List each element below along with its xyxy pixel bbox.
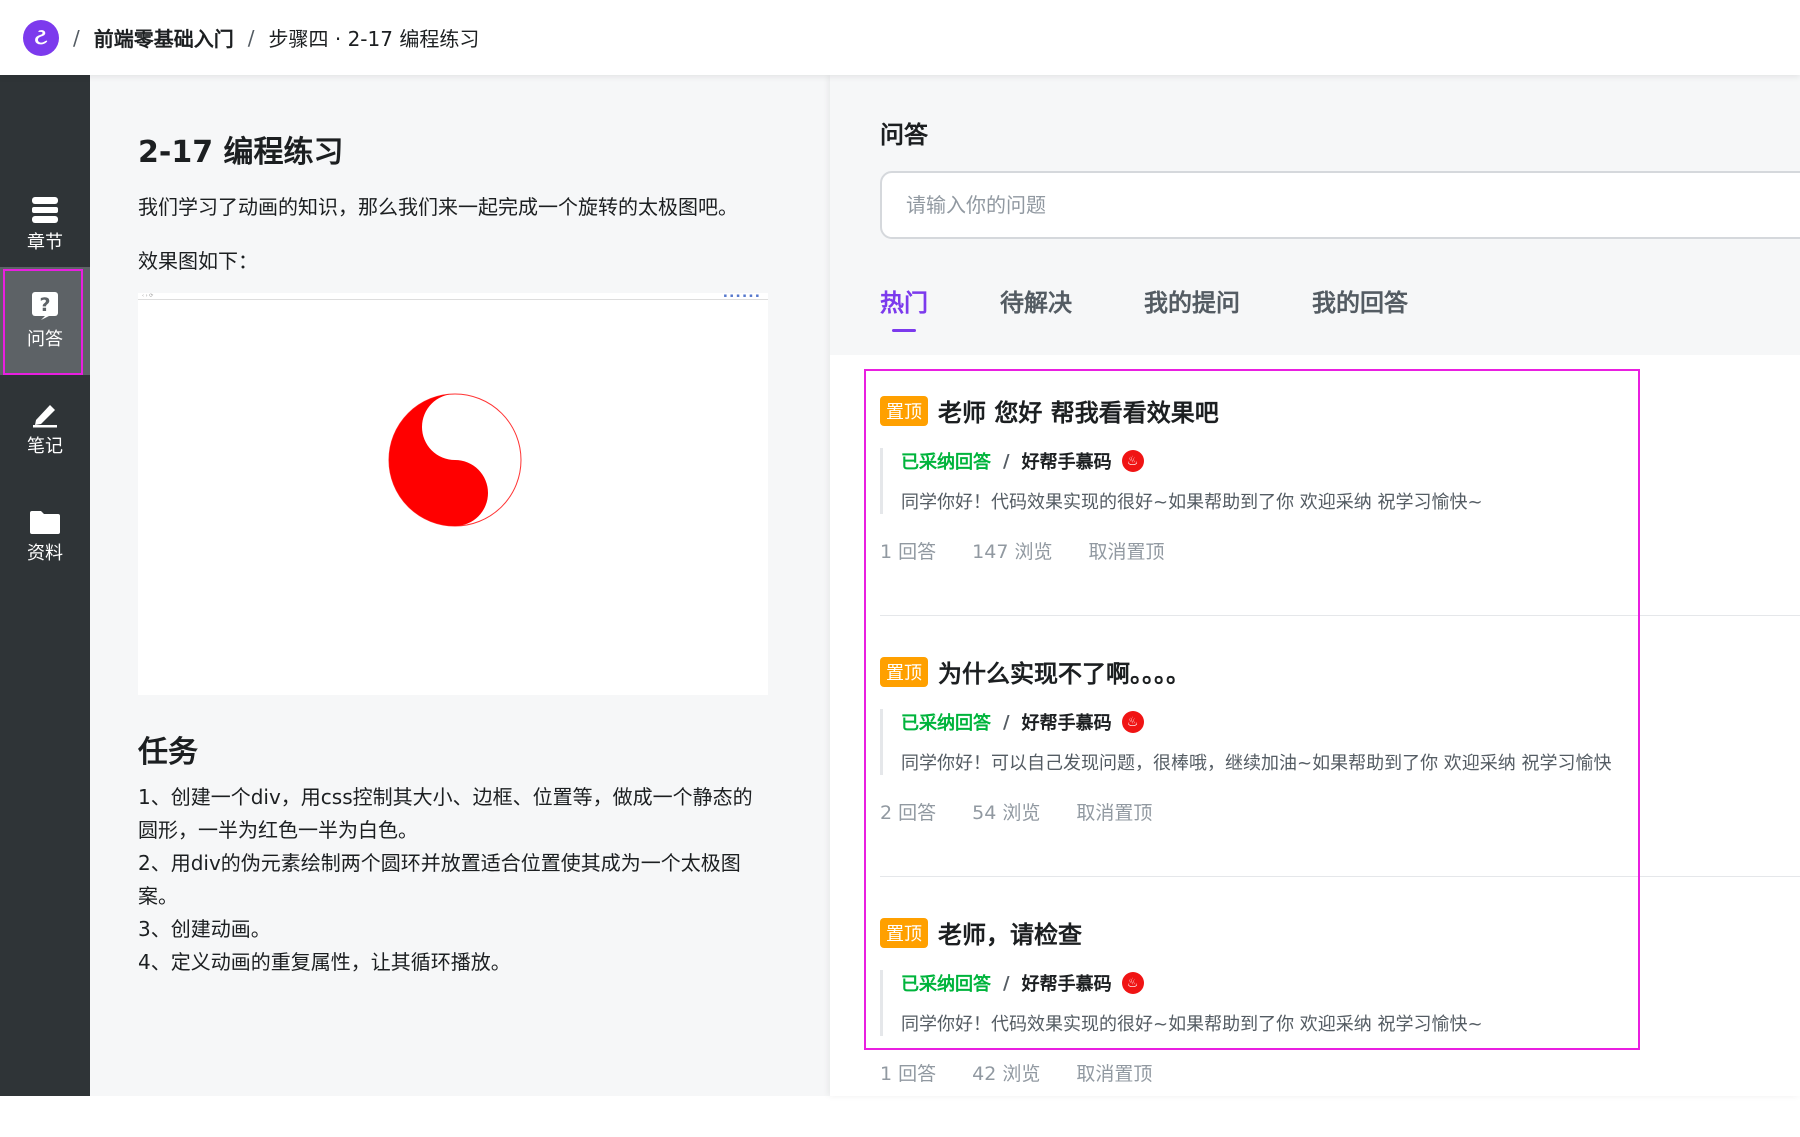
tab-hot[interactable]: 热门 [880,283,928,332]
accepted-answer: 已采纳回答 / 好帮手慕码 ♨ 同学你好！可以自己发现问题，很棒哦，继续加油~如… [880,709,1612,775]
fire-badge-icon: ♨ [1121,450,1144,472]
task-title: 任务 [138,735,198,770]
unpin-button[interactable]: 取消置顶 [1088,537,1164,564]
qa-title: 问答 [880,121,928,149]
breadcrumb-separator: / [247,25,255,50]
accepted-label: 已采纳回答 [901,713,991,734]
breadcrumb-separator: / [73,25,80,50]
task-item: 4、定义动画的重复属性，让其循环播放。 [138,950,511,974]
answerer-name[interactable]: 好帮手慕码 [1022,970,1112,996]
qa-header: 问答 热门 待解决 我的提问 我的回答 [830,75,1800,355]
top-bar: ટ / 前端零基础入门 / 步骤四 · 2-17 编程练习 [0,0,1800,75]
answerer-name[interactable]: 好帮手慕码 [1022,448,1112,474]
chapter-list-icon [32,197,58,223]
question-title[interactable]: 老师，请检查 [938,915,1082,950]
answer-text: 同学你好！代码效果实现的很好~如果帮助到了你 欢迎采纳 祝学习愉快~ [901,492,1483,513]
tab-my-answers[interactable]: 我的回答 [1312,283,1408,318]
lesson-panel: 2-17 编程练习 我们学习了动画的知识，那么我们来一起完成一个旋转的太极图吧。… [90,75,830,1096]
accepted-label: 已采纳回答 [901,452,991,473]
folder-icon [30,511,60,534]
pinned-badge: 置顶 [880,656,928,687]
question-title[interactable]: 为什么实现不了啊。。。。 [938,654,1190,689]
pinned-badge: 置顶 [880,395,928,426]
answer-count: 1 回答 [880,1063,937,1085]
task-list: 1、创建一个div，用css控制其大小、边框、位置等，做成一个静态的圆形，一半为… [138,781,768,979]
pinned-badge: 置顶 [880,917,928,948]
question-item[interactable]: 置顶 老师 您好 帮我看看效果吧 已采纳回答 / 好帮手慕码 ♨ 同学你好！代码… [880,355,1800,616]
svg-text:?: ? [39,294,50,316]
accepted-answer: 已采纳回答 / 好帮手慕码 ♨ 同学你好！代码效果实现的很好~如果帮助到了你 欢… [880,970,1483,1036]
sidebar-item-qa[interactable]: ? 问答 [0,267,90,375]
lesson-preview-label: 效果图如下： [138,249,258,273]
tab-my-questions[interactable]: 我的提问 [1144,283,1240,318]
sidebar-item-label: 问答 [27,329,63,350]
answer-count: 1 回答 [880,541,937,563]
unpin-button[interactable]: 取消置顶 [1076,1059,1152,1086]
question-item[interactable]: 置顶 为什么实现不了啊。。。。 已采纳回答 / 好帮手慕码 ♨ 同学你好！可以自… [880,616,1800,877]
answer-count: 2 回答 [880,802,937,824]
answer-text: 同学你好！可以自己发现问题，很棒哦，继续加油~如果帮助到了你 欢迎采纳 祝学习愉… [901,753,1612,774]
lesson-title: 2-17 编程练习 [138,135,344,170]
task-item: 2、用div的伪元素绘制两个圆环并放置适合位置使其成为一个太极图案。 [138,851,741,908]
question-title[interactable]: 老师 您好 帮我看看效果吧 [938,393,1219,428]
accepted-label: 已采纳回答 [901,974,991,995]
task-item: 3、创建动画。 [138,917,271,941]
sidebar-item-label: 资料 [27,543,63,564]
sidebar-item-chapters[interactable]: 章节 [0,171,90,279]
effect-preview-image: ‹ › ⟳ ▪▪▪▪▪▪ [138,293,768,695]
site-logo-icon[interactable]: ટ [23,19,59,56]
qa-panel: 问答 热门 待解决 我的提问 我的回答 置顶 老师 您好 帮我看看效果吧 已采纳… [830,75,1800,1096]
task-item: 1、创建一个div，用css控制其大小、边框、位置等，做成一个静态的圆形，一半为… [138,785,753,842]
question-icon: ? [32,292,58,320]
breadcrumb-step: 步骤四 · 2-17 编程练习 [268,27,480,51]
sidebar: 章节 ? 问答 笔记 资料 [0,75,90,1096]
sidebar-item-label: 章节 [27,232,63,253]
answerer-name[interactable]: 好帮手慕码 [1022,709,1112,735]
sidebar-item-label: 笔记 [27,436,63,457]
preview-browser-bar: ‹ › ⟳ ▪▪▪▪▪▪ [138,293,768,300]
view-count: 54 浏览 [972,802,1041,824]
question-item[interactable]: 置顶 老师，请检查 已采纳回答 / 好帮手慕码 ♨ 同学你好！代码效果实现的很好… [880,877,1800,1137]
sidebar-item-notes[interactable]: 笔记 [0,375,90,483]
question-search-input[interactable] [880,171,1800,239]
fire-badge-icon: ♨ [1121,711,1144,733]
question-list: 置顶 老师 您好 帮我看看效果吧 已采纳回答 / 好帮手慕码 ♨ 同学你好！代码… [880,355,1800,1137]
fire-badge-icon: ♨ [1121,972,1144,994]
tab-unsolved[interactable]: 待解决 [1000,283,1072,318]
lesson-intro: 我们学习了动画的知识，那么我们来一起完成一个旋转的太极图吧。 [138,195,738,219]
taiji-graphic [388,393,522,527]
answer-text: 同学你好！代码效果实现的很好~如果帮助到了你 欢迎采纳 祝学习愉快~ [901,1014,1483,1035]
view-count: 42 浏览 [972,1063,1041,1085]
view-count: 147 浏览 [972,541,1053,563]
qa-tabs: 热门 待解决 我的提问 我的回答 [880,283,1480,332]
breadcrumb-course[interactable]: 前端零基础入门 [94,23,234,52]
pen-icon [33,405,57,428]
sidebar-item-materials[interactable]: 资料 [0,483,90,591]
accepted-answer: 已采纳回答 / 好帮手慕码 ♨ 同学你好！代码效果实现的很好~如果帮助到了你 欢… [880,448,1483,514]
unpin-button[interactable]: 取消置顶 [1076,798,1152,825]
